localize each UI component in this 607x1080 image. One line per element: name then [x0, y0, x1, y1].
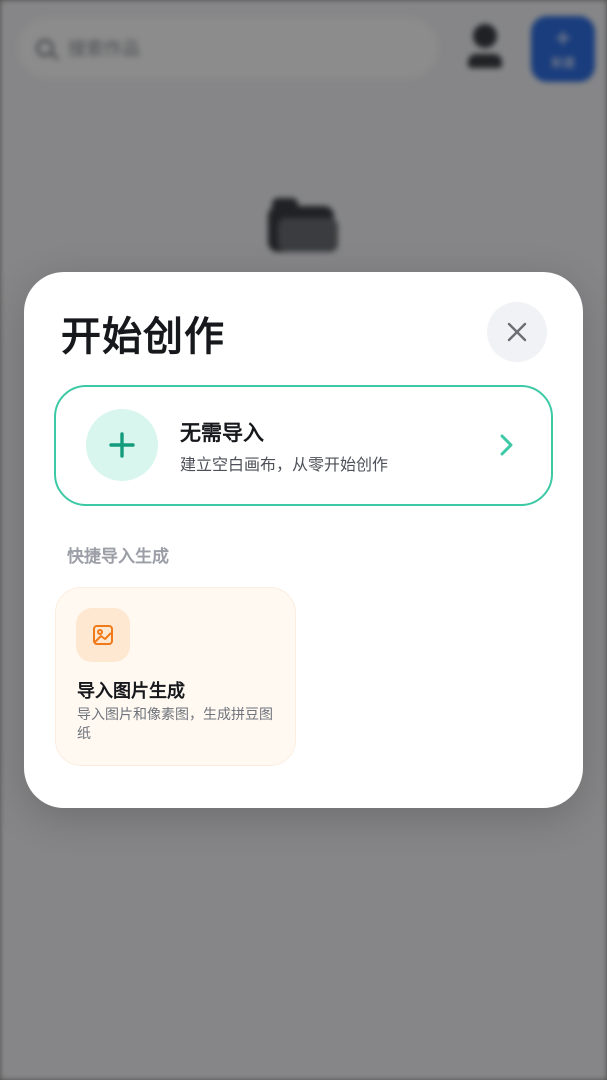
blank-canvas-option[interactable]: 无需导入 建立空白画布，从零开始创作 — [54, 385, 553, 506]
dialog-title: 开始创作 — [61, 314, 225, 360]
quick-import-section-label: 快捷导入生成 — [67, 547, 169, 567]
close-icon — [507, 322, 527, 342]
plus-icon — [109, 432, 135, 458]
import-option-description: 导入图片和像素图，生成拼豆图纸 — [77, 707, 273, 742]
import-image-option[interactable]: 导入图片生成 导入图片和像素图，生成拼豆图纸 — [55, 587, 296, 766]
image-icon — [93, 625, 113, 645]
plus-icon-circle — [86, 409, 158, 481]
chevron-right-icon — [500, 434, 513, 456]
start-creation-dialog: 开始创作 无需导入 建立空白画布，从零开始创作 快捷导入生成 导入图片生成 导入… — [24, 272, 583, 808]
import-option-title: 导入图片生成 — [77, 681, 185, 702]
blank-option-subtitle: 建立空白画布，从零开始创作 — [180, 455, 389, 474]
close-button[interactable] — [487, 302, 547, 362]
blank-option-title: 无需导入 — [180, 421, 264, 445]
image-icon-box — [76, 608, 130, 662]
